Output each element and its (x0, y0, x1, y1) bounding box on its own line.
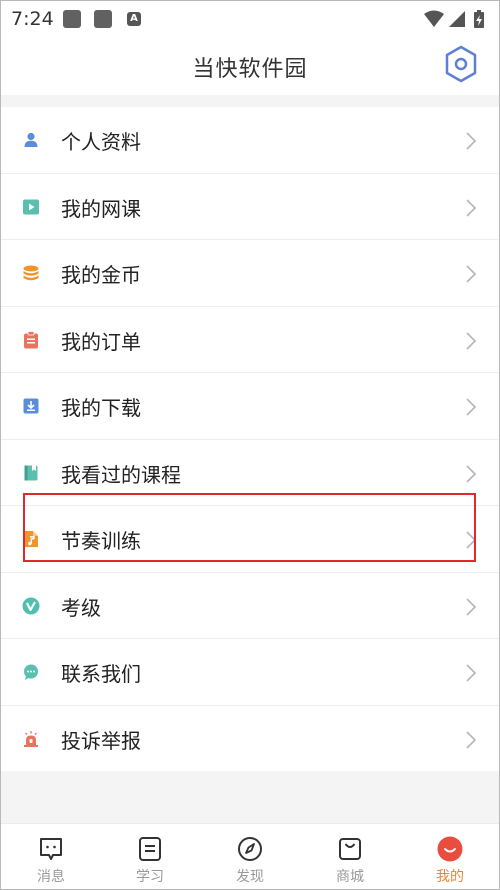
tab-label: 发现 (236, 869, 264, 885)
cell-signal-icon (449, 11, 465, 27)
chevron-right-icon (466, 331, 477, 350)
menu-item-rhythm-training[interactable]: 节奏训练 (1, 506, 499, 573)
study-icon (139, 837, 161, 861)
menu-item-my-coins[interactable]: 我的金币 (1, 240, 499, 307)
menu-item-my-courses[interactable]: 我的网课 (1, 174, 499, 240)
menu-item-report[interactable]: 投诉举报 (1, 706, 499, 772)
tab-label: 商城 (336, 869, 364, 885)
profile-smile-icon (437, 836, 463, 862)
bottom-tab-bar: 消息 学习 发现 商城 我的 (1, 823, 499, 889)
settings-hex-icon[interactable] (444, 45, 478, 83)
chevron-right-icon (466, 198, 477, 217)
menu-item-label: 投诉举报 (61, 728, 141, 753)
menu-item-profile[interactable]: 个人资料 (1, 107, 499, 174)
coin-stack-icon (23, 265, 39, 281)
alarm-icon (24, 730, 38, 747)
menu-item-label: 我的下载 (61, 396, 141, 420)
chevron-right-icon (466, 265, 477, 283)
message-icon (40, 838, 62, 860)
compass-icon (238, 837, 262, 861)
app-frame: 7:24 A 当快软件园 个人资料 我的网课 我的金币 我的订单 我的下载 我看… (0, 0, 500, 890)
chevron-right-icon (466, 464, 477, 483)
tab-discover[interactable]: 发现 (220, 824, 280, 889)
download-icon (23, 398, 39, 414)
menu-item-label: 个人资料 (61, 130, 141, 154)
person-icon (24, 132, 38, 147)
menu-item-my-downloads[interactable]: 我的下载 (1, 373, 499, 440)
notification-icon (63, 10, 81, 28)
chevron-right-icon (466, 664, 477, 682)
tab-label: 学习 (136, 869, 164, 885)
menu-item-my-orders[interactable]: 我的订单 (1, 307, 499, 373)
chevron-right-icon (466, 730, 477, 749)
wifi-icon (424, 10, 444, 27)
notification-icon (94, 10, 112, 28)
menu-item-label: 我的网课 (61, 196, 141, 221)
book-icon (24, 465, 38, 480)
shopping-bag-icon (339, 838, 361, 860)
tab-mine[interactable]: 我的 (420, 824, 480, 889)
tab-shop[interactable]: 商城 (320, 824, 380, 889)
menu-item-contact-us[interactable]: 联系我们 (1, 639, 499, 706)
check-badge-icon (22, 597, 40, 614)
battery-icon (474, 10, 484, 28)
status-time: 7:24 (11, 8, 54, 30)
status-bar: 7:24 A (1, 1, 499, 37)
tab-label: 消息 (37, 869, 65, 885)
menu-item-label: 我的订单 (61, 329, 141, 354)
menu-item-label: 考级 (61, 595, 101, 620)
menu-item-label: 联系我们 (61, 662, 141, 686)
status-icons (424, 10, 484, 28)
menu-list: 个人资料 我的网课 我的金币 我的订单 我的下载 我看过的课程 节奏训练 考级 … (1, 107, 499, 771)
menu-item-label: 我看过的课程 (61, 462, 181, 487)
menu-item-grade-exam[interactable]: 考级 (1, 573, 499, 639)
tab-messages[interactable]: 消息 (21, 824, 81, 889)
music-file-icon (25, 531, 38, 547)
tab-label: 我的 (436, 869, 464, 885)
page-title: 当快软件园 (192, 57, 308, 82)
tab-study[interactable]: 学习 (120, 824, 180, 889)
video-course-icon (23, 199, 39, 214)
chevron-right-icon (466, 398, 477, 416)
app-header: 当快软件园 (1, 37, 499, 95)
notification-letter-icon: A (127, 12, 141, 26)
chevron-right-icon (466, 132, 477, 150)
clipboard-icon (24, 330, 38, 348)
chevron-right-icon (466, 531, 477, 549)
menu-item-label: 我的金币 (61, 263, 141, 287)
menu-item-viewed-courses[interactable]: 我看过的课程 (1, 440, 499, 506)
chevron-right-icon (466, 597, 477, 616)
chat-bubble-icon (24, 664, 38, 680)
menu-item-label: 节奏训练 (61, 529, 141, 553)
